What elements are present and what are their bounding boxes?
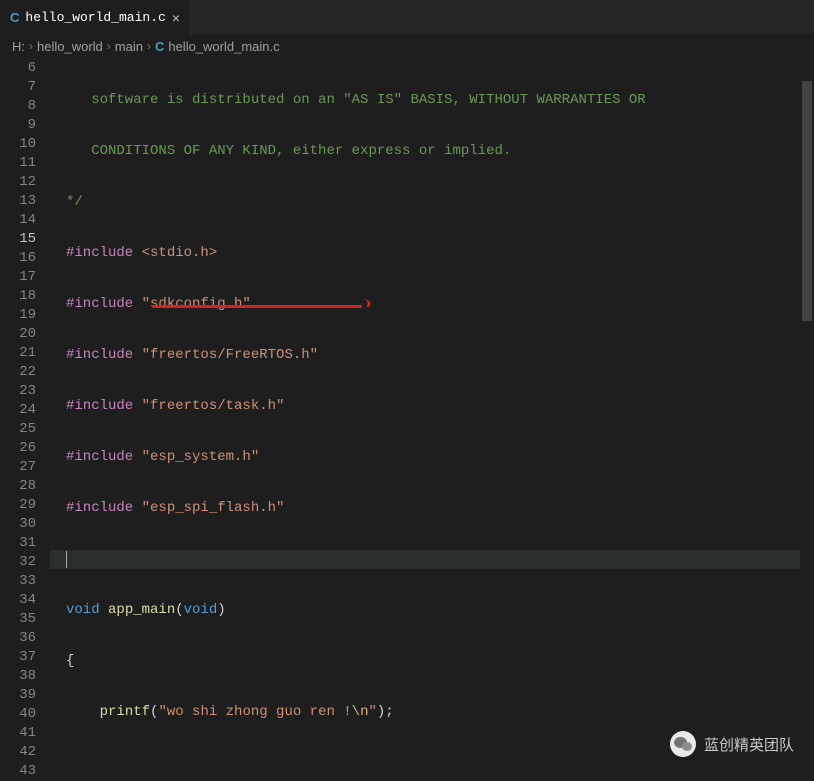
line-number: 36 (0, 629, 50, 648)
line-number: 11 (0, 154, 50, 173)
code-line[interactable]: #include <stdio.h> (50, 244, 814, 263)
line-number: 13 (0, 192, 50, 211)
code-line[interactable]: software is distributed on an "AS IS" BA… (50, 91, 814, 110)
line-number: 22 (0, 363, 50, 382)
code-line[interactable]: #include "esp_system.h" (50, 448, 814, 467)
breadcrumb[interactable]: H: › hello_world › main › C hello_world_… (0, 35, 814, 57)
line-number: 41 (0, 724, 50, 743)
line-number: 19 (0, 306, 50, 325)
line-number: 40 (0, 705, 50, 724)
c-file-icon: C (10, 10, 19, 25)
wechat-icon (670, 731, 696, 757)
line-number: 42 (0, 743, 50, 762)
code-line[interactable]: */ (50, 193, 814, 212)
code-line[interactable]: CONDITIONS OF ANY KIND, either express o… (50, 142, 814, 161)
line-number: 12 (0, 173, 50, 192)
line-number: 10 (0, 135, 50, 154)
line-number: 16 (0, 249, 50, 268)
scrollbar-thumb[interactable] (802, 81, 812, 321)
breadcrumb-seg[interactable]: H: (12, 39, 25, 54)
line-number: 24 (0, 401, 50, 420)
line-number: 29 (0, 496, 50, 515)
line-number: 14 (0, 211, 50, 230)
line-number: 8 (0, 97, 50, 116)
line-number: 31 (0, 534, 50, 553)
close-icon[interactable]: × (172, 10, 180, 26)
line-number: 38 (0, 667, 50, 686)
line-number: 15 (0, 230, 50, 249)
chevron-right-icon: › (147, 39, 151, 53)
vertical-scrollbar[interactable] (800, 57, 814, 781)
code-line[interactable]: #include "esp_spi_flash.h" (50, 499, 814, 518)
breadcrumb-seg[interactable]: hello_world_main.c (168, 39, 279, 54)
line-number: 28 (0, 477, 50, 496)
code-editor[interactable]: 6 7 8 9 10 11 12 13 14 15 16 17 18 19 20… (0, 57, 814, 781)
line-number: 37 (0, 648, 50, 667)
text-cursor (66, 551, 67, 568)
line-number: 20 (0, 325, 50, 344)
tab-bar: C hello_world_main.c × (0, 0, 814, 35)
line-number: 39 (0, 686, 50, 705)
chevron-right-icon: › (107, 39, 111, 53)
line-number: 23 (0, 382, 50, 401)
line-number: 9 (0, 116, 50, 135)
line-number: 26 (0, 439, 50, 458)
line-number: 27 (0, 458, 50, 477)
line-number: 34 (0, 591, 50, 610)
line-number: 43 (0, 762, 50, 781)
tab-filename: hello_world_main.c (25, 10, 165, 25)
code-line[interactable]: void app_main(void) (50, 601, 814, 620)
line-number: 18 (0, 287, 50, 306)
line-number: 17 (0, 268, 50, 287)
breadcrumb-seg[interactable]: hello_world (37, 39, 103, 54)
code-line[interactable]: #include "freertos/task.h" (50, 397, 814, 416)
breadcrumb-seg[interactable]: main (115, 39, 143, 54)
file-tab[interactable]: C hello_world_main.c × (0, 0, 191, 35)
line-number: 35 (0, 610, 50, 629)
code-line[interactable] (50, 550, 814, 569)
tab-bar-space (191, 0, 814, 34)
line-number: 32 (0, 553, 50, 572)
line-number-gutter: 6 7 8 9 10 11 12 13 14 15 16 17 18 19 20… (0, 57, 50, 781)
line-number: 25 (0, 420, 50, 439)
code-line[interactable]: { (50, 652, 814, 671)
line-number: 33 (0, 572, 50, 591)
c-file-icon: C (155, 39, 164, 54)
annotation-underline (152, 304, 362, 308)
line-number: 21 (0, 344, 50, 363)
line-number: 7 (0, 78, 50, 97)
code-line[interactable]: printf("wo shi zhong guo ren !\n"); (50, 703, 814, 722)
code-area[interactable]: software is distributed on an "AS IS" BA… (50, 57, 814, 781)
code-line[interactable]: #include "freertos/FreeRTOS.h" (50, 346, 814, 365)
line-number: 30 (0, 515, 50, 534)
line-number: 6 (0, 59, 50, 78)
chevron-right-icon: › (29, 39, 33, 53)
watermark-text: 蓝创精英团队 (704, 734, 794, 755)
watermark: 蓝创精英团队 (670, 731, 794, 757)
